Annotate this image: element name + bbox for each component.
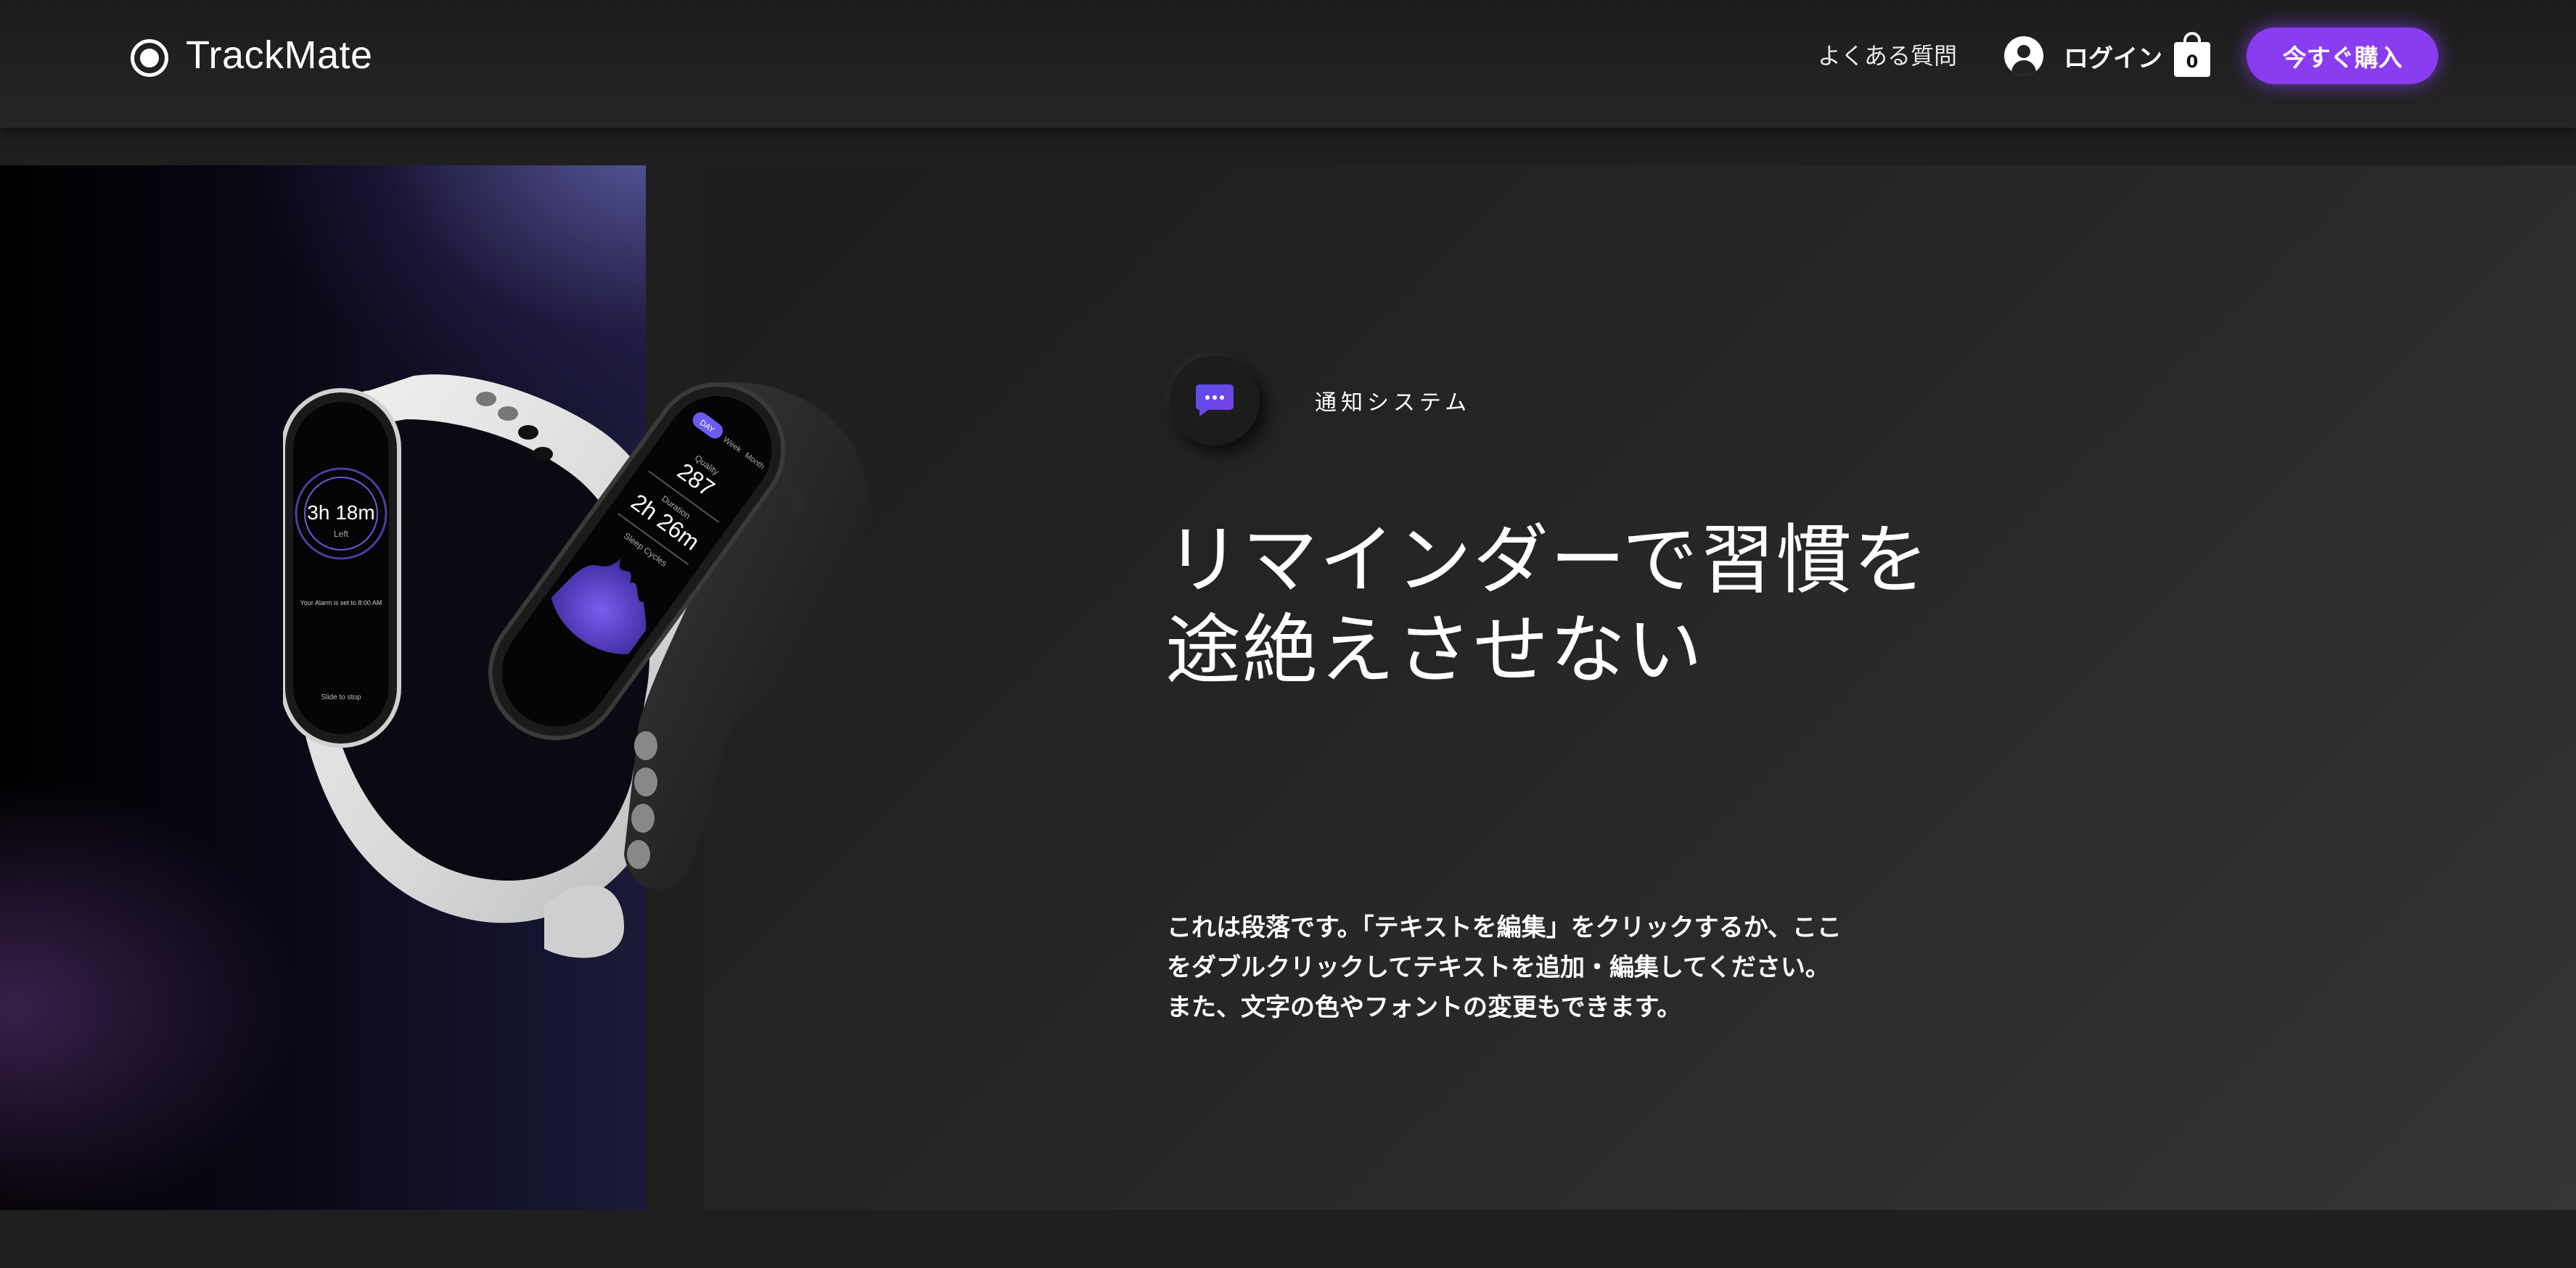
watch-time-sub: Left (334, 529, 349, 539)
feature-row: 通知システム (1170, 355, 1471, 445)
headline-line-2: 途絶えさせない (1165, 606, 1705, 694)
hero-section: 3h 18m Left Your Alarm is set to 8:00 AM… (0, 165, 2576, 1210)
feature-label: 通知システム (1315, 390, 1472, 416)
hero-paragraph: これは段落です。「テキストを編集」をクリックするか、ここをダブルクリックしてテキ… (1167, 913, 1842, 1022)
buy-now-button[interactable]: 今すぐ購入 (2247, 28, 2438, 84)
target-ring-icon (131, 39, 168, 77)
brand-name: TrackMate (186, 33, 373, 77)
login-button[interactable]: ログイン (2004, 36, 2162, 75)
cart-button[interactable]: 0 (2174, 32, 2210, 77)
headline-line-1: リマインダーで習慣を (1165, 516, 1930, 604)
hero-headline: リマインダーで習慣を 途絶えさせない (1165, 515, 1964, 695)
fitness-bands-image: 3h 18m Left Your Alarm is set to 8:00 AM… (283, 374, 867, 958)
watch-time: 3h 18m (307, 501, 374, 524)
feature-badge (1170, 355, 1260, 445)
cart-count: 0 (2174, 42, 2210, 77)
page: TrackMate よくある質問 ログイン 0 今すぐ購入 3h 18m Lef… (0, 0, 2576, 1268)
site-header: TrackMate よくある質問 ログイン 0 今すぐ購入 (0, 0, 2576, 128)
nav-faq-link[interactable]: よくある質問 (1818, 38, 1957, 71)
watch-alarm-text: Your Alarm is set to 8:00 AM (300, 599, 382, 606)
user-circle-icon (2004, 36, 2043, 75)
login-label: ログイン (2064, 44, 2162, 73)
brand-logo[interactable]: TrackMate (131, 29, 373, 81)
chat-bubble-icon (1196, 384, 1234, 416)
watch-slide-text: Slide to stop (321, 693, 361, 701)
